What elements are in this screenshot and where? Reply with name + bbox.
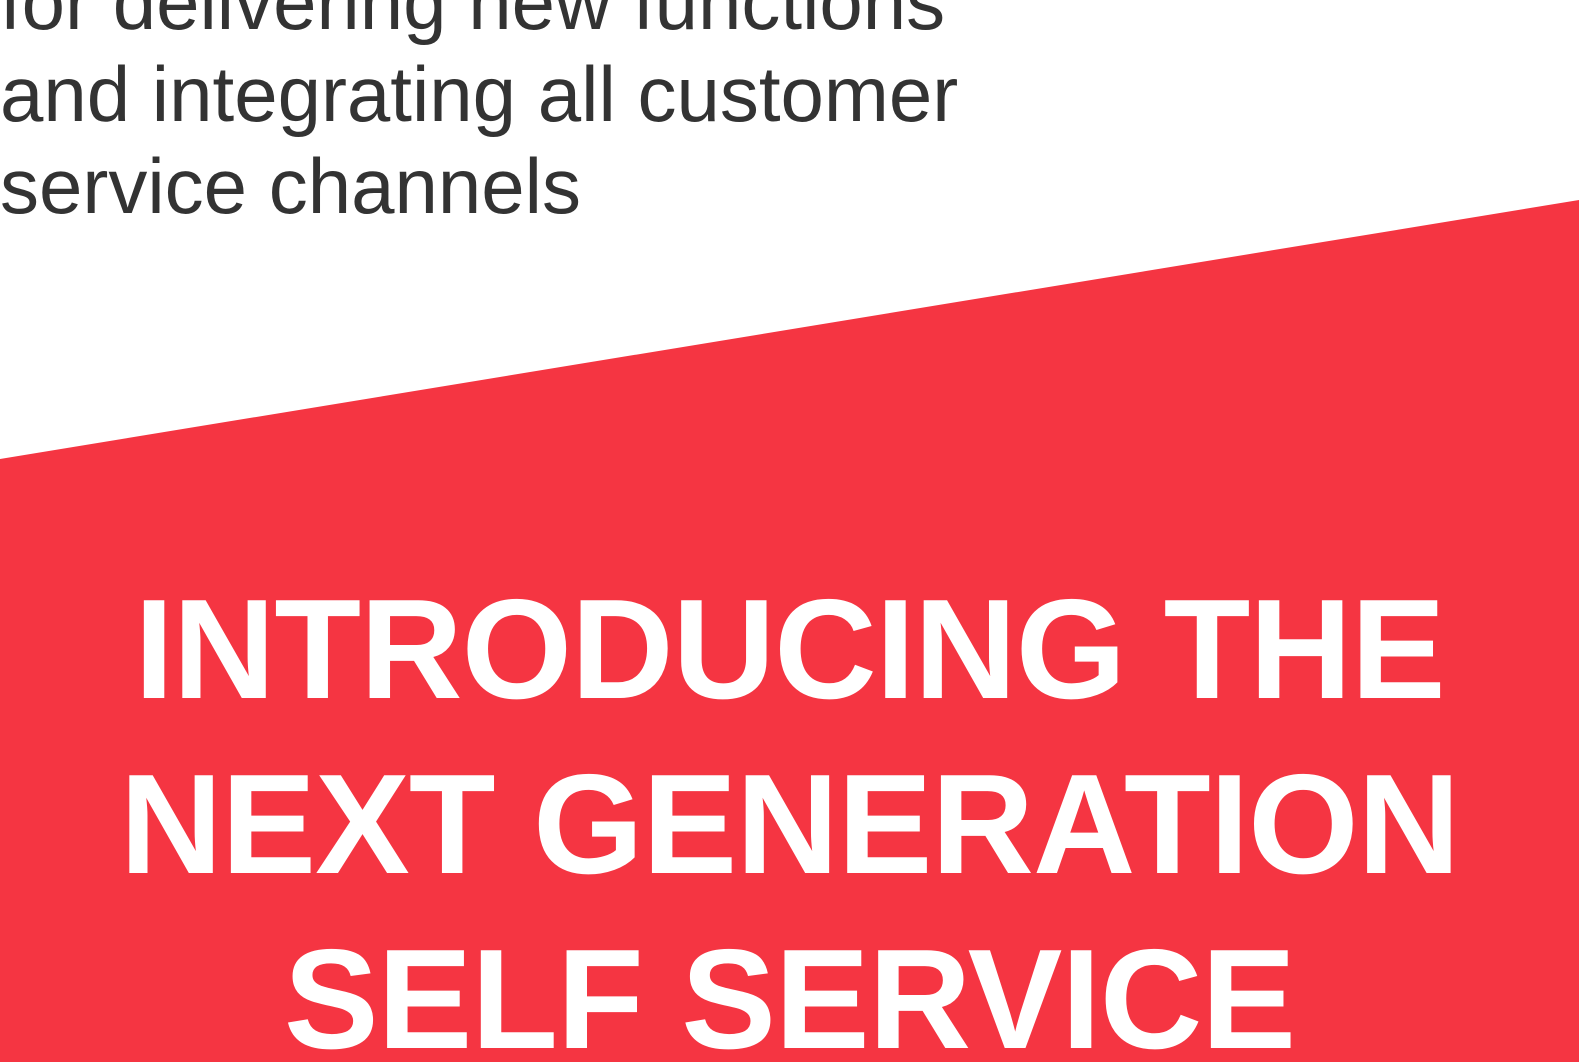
headline-line-1: INTRODUCING THE bbox=[134, 570, 1445, 729]
headline-line-2: NEXT GENERATION bbox=[119, 745, 1460, 904]
page: for delivering new functions and integra… bbox=[0, 0, 1579, 1062]
headline: INTRODUCING THE NEXT GENERATION SELF SER… bbox=[0, 562, 1579, 1062]
headline-line-3: SELF SERVICE bbox=[283, 920, 1296, 1062]
